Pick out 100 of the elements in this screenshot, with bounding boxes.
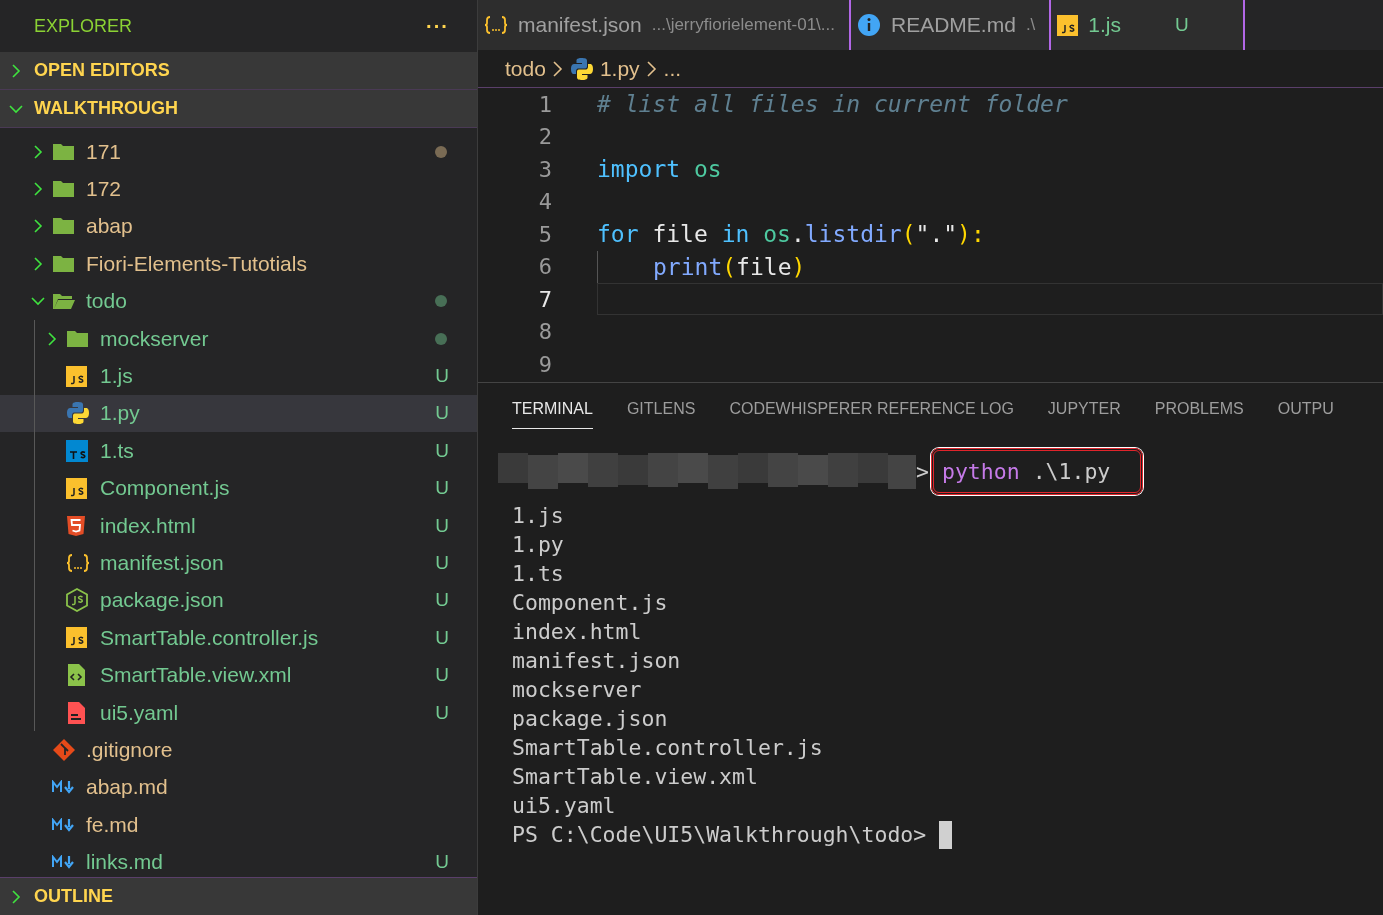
file-name: 1.js [100, 364, 134, 389]
tree-item[interactable]: abap [0, 207, 477, 246]
section-header[interactable]: OUTLINE [0, 877, 477, 915]
breadcrumb-item[interactable]: 1.py [599, 56, 640, 81]
status-letter: U [435, 365, 449, 388]
markdown-icon [52, 780, 76, 795]
file-name: .gitignore [86, 737, 174, 762]
terminal-output-line: package.json [512, 706, 668, 731]
section-header[interactable]: WALKTHROUGH [0, 90, 477, 128]
panel-tab[interactable]: TERMINAL [512, 397, 593, 429]
tree-item[interactable]: abap.md [0, 768, 477, 807]
line-number: 6 [537, 254, 552, 280]
ts-file-icon [66, 439, 88, 462]
status-letter: U [435, 402, 449, 425]
terminal-output-line: 1.ts [512, 561, 564, 586]
terminal-output-line: 1.js [512, 503, 564, 528]
panel-tab[interactable]: GITLENS [626, 397, 696, 429]
markdown-icon [52, 817, 76, 832]
editor-tab[interactable]: manifest.json ...\jerryfiorielement-01\... [478, 0, 851, 50]
file-name: links.md [86, 850, 165, 875]
tree-item[interactable]: index.html U [0, 506, 477, 545]
status-letter: U [435, 514, 449, 537]
file-name: 172 [86, 177, 123, 202]
tree-item[interactable]: fe.md [0, 806, 477, 844]
chevron-right-icon [645, 59, 658, 78]
tree-item[interactable]: 171 [0, 133, 477, 171]
line-number: 5 [537, 221, 552, 247]
terminal-output-line: index.html [512, 619, 642, 644]
panel-tab[interactable]: PROBLEMS [1154, 397, 1244, 429]
code-line: import os [597, 156, 722, 183]
tree-item[interactable]: links.md U [0, 843, 477, 877]
status-letter: U [435, 439, 449, 462]
terminal-output-line: manifest.json [512, 648, 681, 673]
tree-item[interactable]: todo [0, 282, 477, 320]
folder-icon [52, 254, 75, 273]
tree-item[interactable]: mockserver [0, 319, 477, 358]
folder-icon [66, 329, 89, 348]
line-number: 3 [537, 156, 552, 182]
tree-item[interactable]: SmartTable.controller.js U [0, 619, 477, 657]
tree-item[interactable]: .gitignore [0, 731, 477, 769]
file-name: Component.js [100, 476, 231, 501]
braces-icon [484, 15, 508, 35]
line-number: 1 [537, 91, 552, 117]
code-line: for file in os.listdir("."): [597, 221, 985, 248]
panel-tab[interactable]: OUTPU [1277, 397, 1334, 429]
file-name: Fiori-Elements-Tutotials [86, 251, 308, 276]
tree-item[interactable]: package.json U [0, 581, 477, 620]
tree-item[interactable]: 172 [0, 170, 477, 208]
tree-item[interactable]: 1.js U [0, 357, 477, 395]
command-argument: .\1.py [1032, 458, 1111, 484]
tab-title: 1.js [1088, 13, 1121, 37]
breadcrumb-item[interactable]: ... [663, 56, 682, 81]
status-letter: U [435, 664, 449, 687]
folder-icon [52, 217, 75, 236]
status-letter: U [435, 851, 449, 874]
open-folder-icon [52, 291, 76, 312]
breadcrumb-item[interactable]: todo [505, 56, 546, 81]
tree-item[interactable]: Fiori-Elements-Tutotials [0, 245, 477, 283]
tab-title: README.md [891, 13, 1016, 37]
terminal-output-line: ui5.yaml [512, 793, 616, 818]
more-actions-button[interactable]: ··· [426, 14, 449, 38]
panel-tab[interactable]: JUPYTER [1047, 397, 1121, 429]
status-letter: U [435, 477, 449, 500]
status-letter: U [435, 626, 449, 649]
markdown-icon [52, 855, 76, 870]
status-letter: U [435, 552, 449, 574]
panel-tab[interactable]: CODEWHISPERER REFERENCE LOG [729, 397, 1014, 429]
chevron-right-icon [551, 59, 564, 78]
tree-item[interactable]: 1.py U [0, 394, 477, 433]
code-line: print(file) [653, 253, 806, 280]
terminal-cursor [939, 820, 953, 849]
tab-path: .\ [1025, 15, 1036, 35]
file-name: 1.ts [100, 438, 135, 463]
file-name: SmartTable.view.xml [100, 663, 293, 688]
terminal-output-line: mockserver [512, 677, 642, 702]
line-number: 7 [537, 286, 552, 312]
editor-tab[interactable]: 1.js U [1051, 0, 1245, 50]
file-name: 1.py [100, 401, 141, 426]
python-file-icon [66, 401, 90, 426]
hexagon-js-icon [66, 588, 88, 613]
file-name: package.json [100, 588, 225, 613]
section-header[interactable]: OPEN EDITORS [0, 52, 477, 90]
file-name: mockserver [100, 326, 210, 351]
tree-item[interactable]: SmartTable.view.xml U [0, 656, 477, 694]
document-icon [66, 700, 86, 725]
tree-item[interactable]: manifest.json U [0, 544, 477, 582]
section-title: WALKTHROUGH [34, 98, 178, 119]
editor-tab[interactable]: README.md .\ [851, 0, 1052, 50]
file-name: index.html [100, 513, 197, 538]
prompt-symbol: > [916, 458, 929, 484]
tree-item[interactable]: 1.ts U [0, 432, 477, 470]
file-name: manifest.json [100, 551, 225, 575]
file-name: abap [86, 214, 134, 239]
tree-item[interactable]: Component.js U [0, 469, 477, 507]
file-name: ui5.yaml [100, 700, 180, 725]
tree-item[interactable]: ui5.yaml U [0, 693, 477, 732]
line-number: 4 [537, 189, 552, 215]
terminal-command: python [941, 458, 1020, 484]
status-letter: U [1175, 14, 1189, 36]
js-file-icon [1057, 14, 1079, 36]
